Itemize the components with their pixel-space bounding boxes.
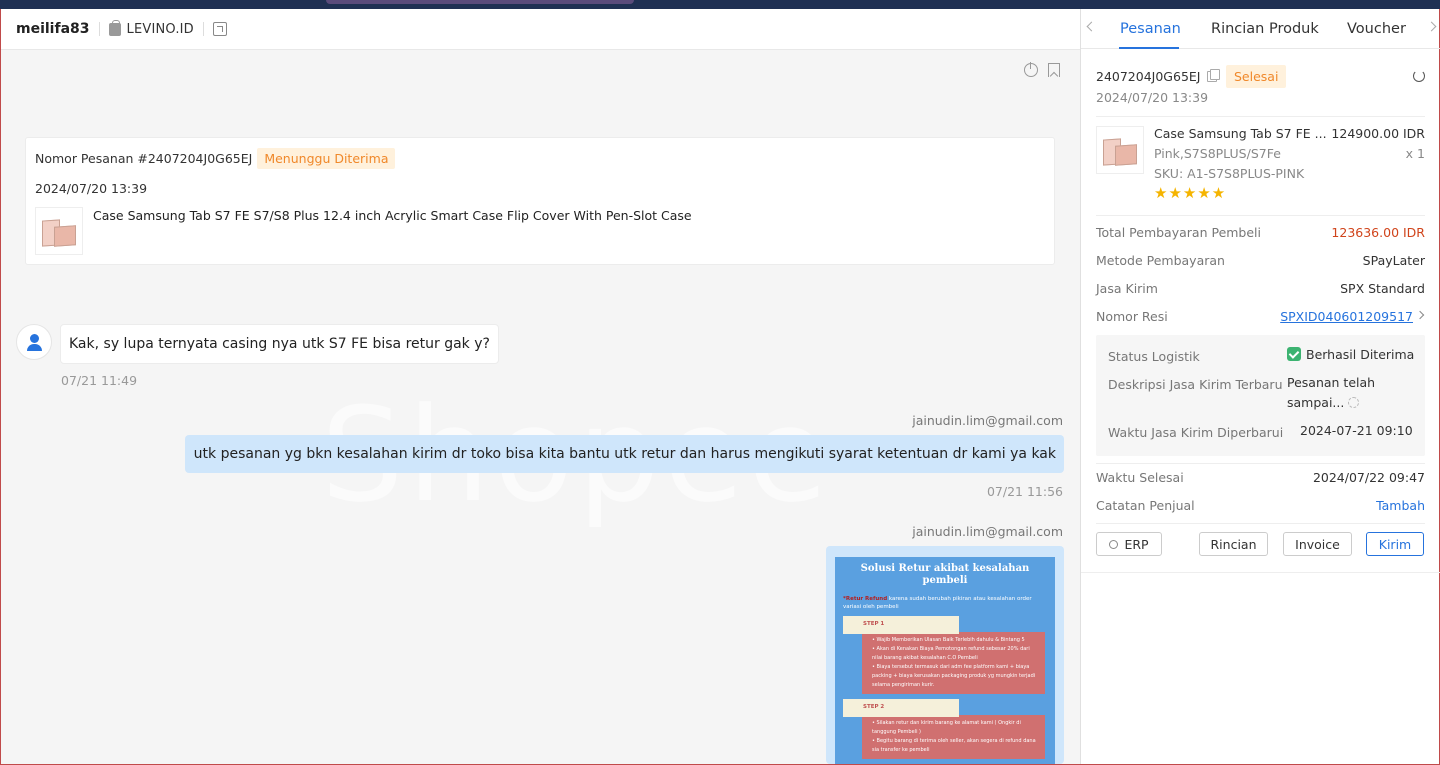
send-button[interactable]: Kirim	[1366, 532, 1424, 556]
bookmark-icon[interactable]	[1048, 63, 1060, 77]
image-step-line: • Silakan retur dan kirim barang ke alam…	[872, 720, 1021, 735]
window-tab-indicator	[326, 0, 634, 4]
divider	[1096, 523, 1425, 524]
copy-icon[interactable]	[1207, 69, 1220, 82]
image-title: Solusi Retur akibat kesalahan pembeli	[860, 563, 1030, 586]
refresh-icon[interactable]	[1413, 70, 1425, 82]
window-top-bar	[0, 0, 1440, 9]
erp-button[interactable]: ERP	[1096, 532, 1162, 556]
header-separator	[98, 22, 100, 36]
panel-order-time: 2024/07/20 13:39	[1096, 90, 1209, 105]
message-bubble-outgoing[interactable]: utk pesanan yg bkn kesalahan kirim dr to…	[184, 435, 1064, 473]
row-value: 123636.00 IDR	[1331, 225, 1425, 240]
rating-stars: ★★★★★	[1154, 184, 1227, 202]
buyer-username[interactable]: meilifa83	[16, 21, 90, 37]
row-value: SPX Standard	[1340, 281, 1425, 296]
tab-voucher[interactable]: Voucher	[1347, 21, 1406, 37]
shop-bag-icon	[108, 19, 121, 36]
product-price: 124900.00 IDR	[1331, 126, 1425, 141]
message-bubble-incoming[interactable]: Kak, sy lupa ternyata casing nya utk S7 …	[60, 324, 499, 364]
user-icon-body	[27, 344, 42, 351]
divider	[1081, 572, 1440, 573]
row-label: Jasa Kirim	[1096, 281, 1158, 296]
chat-tools	[1024, 62, 1060, 77]
row-label: Catatan Penjual	[1096, 498, 1195, 513]
image-step-line: • Begitu barang di terima oleh seller, a…	[872, 738, 1036, 753]
header-separator	[202, 22, 204, 36]
check-icon	[1287, 347, 1301, 361]
user-icon	[30, 334, 39, 343]
product-name[interactable]: Case Samsung Tab S7 FE ...	[1154, 126, 1327, 141]
chevron-right-icon[interactable]	[1426, 21, 1437, 32]
message-sender: jainudin.lim@gmail.com	[912, 413, 1063, 428]
tab-pesanan[interactable]: Pesanan	[1120, 21, 1181, 37]
product-variant: Pink,S7S8PLUS/S7Fe	[1154, 146, 1281, 161]
shop-name: LEVINO.ID	[126, 21, 194, 37]
logistics-status: Berhasil Diterima	[1287, 345, 1414, 365]
row-label: Nomor Resi	[1096, 309, 1168, 324]
logistics-label: Status Logistik	[1108, 349, 1200, 364]
active-tab-indicator	[1119, 47, 1179, 49]
product-sku: SKU: A1-S7S8PLUS-PINK	[1154, 166, 1305, 181]
image-step-line: • Akan di Kenakan Biaya Pemotongan refun…	[872, 646, 1030, 661]
panel-order-id: 2407204J0G65EJ	[1096, 69, 1201, 84]
panel-tabs: Pesanan Rincian Produk Voucher	[1081, 9, 1440, 49]
logistics-label: Deskripsi Jasa Kirim Terbaru	[1108, 377, 1283, 392]
divider	[1096, 215, 1425, 216]
chat-header: meilifa83 LEVINO.ID	[1, 9, 1080, 50]
translate-icon[interactable]	[1348, 397, 1360, 408]
product-thumbnail	[35, 207, 83, 255]
logistics-description: Pesanan telah sampai...	[1287, 373, 1375, 413]
buyer-avatar	[16, 324, 52, 360]
divider	[1096, 116, 1425, 117]
image-step-2-box: • Silakan retur dan kirim barang ke alam…	[862, 715, 1045, 759]
row-label: Total Pembayaran Pembeli	[1096, 225, 1262, 240]
share-icon[interactable]	[212, 22, 227, 36]
logistics-label: Waktu Jasa Kirim Diperbarui	[1108, 425, 1284, 440]
tablet-image	[54, 225, 76, 247]
image-intro-bold: *Retur Refund	[843, 596, 888, 602]
erp-label: ERP	[1124, 536, 1149, 552]
chevron-left-icon[interactable]	[1086, 21, 1097, 32]
order-status-badge: Menunggu Diterima	[257, 148, 396, 169]
message-time: 07/21 11:56	[986, 484, 1063, 499]
tab-rincian-produk[interactable]: Rincian Produk	[1211, 21, 1319, 37]
message-sender: jainudin.lim@gmail.com	[912, 524, 1063, 539]
image-step-line: • Biaya tersebut termasuk dari adm fee p…	[872, 664, 1036, 688]
message-image-bubble[interactable]: Solusi Retur akibat kesalahan pembeli *R…	[826, 546, 1064, 764]
chat-area: meilifa83 LEVINO.ID Shopee Nomor Pesanan…	[1, 9, 1080, 764]
order-info-panel: Pesanan Rincian Produk Voucher 2407204J0…	[1080, 9, 1440, 764]
product-thumbnail	[1096, 126, 1144, 174]
divider	[1096, 463, 1425, 464]
row-value: 2024/07/22 09:47	[1312, 470, 1425, 485]
order-date: 2024/07/20 13:39	[35, 181, 148, 196]
order-status-badge: Selesai	[1226, 65, 1287, 88]
detail-button[interactable]: Rincian	[1199, 532, 1268, 556]
tracking-number-link[interactable]: SPXID040601209517	[1280, 309, 1425, 324]
order-number: Nomor Pesanan #2407204J0G65EJ	[35, 151, 253, 166]
tablet-image	[1115, 144, 1137, 166]
product-quantity: x 1	[1405, 146, 1425, 161]
return-policy-image: Solusi Retur akibat kesalahan pembeli *R…	[835, 557, 1055, 764]
logistics-status-text: Berhasil Diterima	[1306, 347, 1415, 362]
row-value: SPayLater	[1362, 253, 1425, 268]
order-card[interactable]: Nomor Pesanan #2407204J0G65EJ Menunggu D…	[25, 137, 1055, 265]
logistics-time: 2024-07-21 09:10	[1300, 423, 1413, 438]
add-note-link[interactable]: Tambah	[1376, 498, 1425, 513]
erp-icon	[1109, 539, 1119, 549]
power-icon[interactable]	[1024, 62, 1038, 77]
message-time: 07/21 11:49	[61, 373, 138, 388]
image-step-1: STEP 1	[843, 616, 959, 634]
image-step-line: • Wajib Memberikan Ulasan Baik Terlebih …	[872, 637, 1025, 643]
image-intro: *Retur Refund karena sudah berubah pikir…	[843, 595, 1047, 611]
order-product-name: Case Samsung Tab S7 FE S7/S8 Plus 12.4 i…	[93, 208, 692, 223]
row-label: Metode Pembayaran	[1096, 253, 1225, 268]
logistics-desc-line: sampai...	[1287, 395, 1345, 410]
logistics-desc-line: Pesanan telah	[1287, 375, 1376, 390]
logistics-box: Status Logistik Berhasil Diterima Deskri…	[1096, 335, 1425, 456]
row-label: Waktu Selesai	[1096, 470, 1184, 485]
image-step-2: STEP 2	[843, 699, 959, 717]
image-step-1-box: • Wajib Memberikan Ulasan Baik Terlebih …	[862, 632, 1045, 694]
invoice-button[interactable]: Invoice	[1283, 532, 1352, 556]
